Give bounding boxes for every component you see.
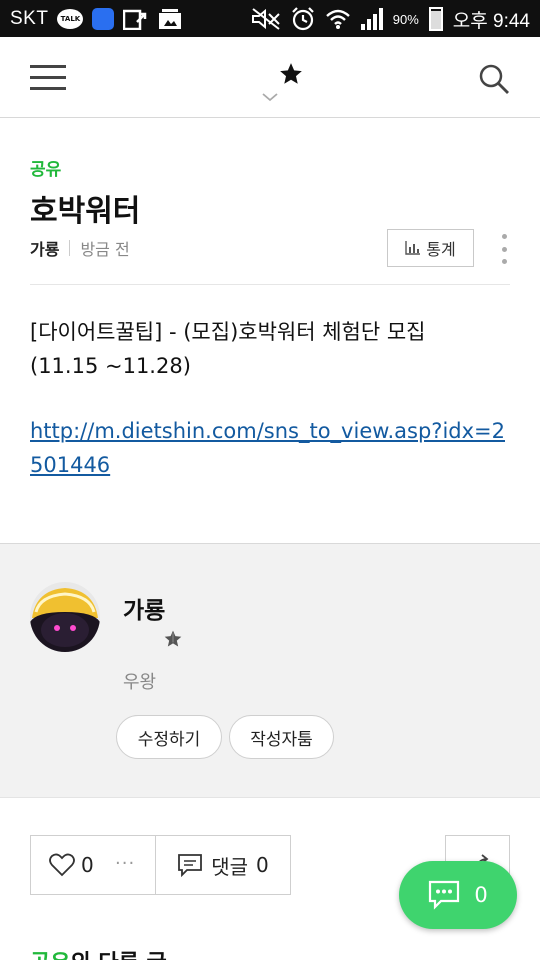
upload-icon (123, 9, 147, 30)
like-box: 0 ··· (30, 835, 156, 895)
post-time: 방금 전 (80, 240, 130, 259)
floating-comment-count: 0 (474, 883, 488, 907)
stats-button[interactable]: 통계 (387, 229, 474, 267)
post-author[interactable]: 가룡 (30, 236, 59, 260)
more-posts-suffix: 의 다른 글 (70, 951, 166, 960)
post-meta: 가룡 방금 전 (30, 236, 130, 260)
status-bar-right: 90% 오후 9:44 (251, 6, 530, 32)
heart-icon (49, 853, 75, 877)
kakaotalk-icon: TALK (57, 9, 84, 29)
post-title: 호박워터 (30, 194, 141, 229)
meta-divider (69, 240, 71, 256)
status-bar: SKT TALK 90% 오후 9:44 (0, 0, 540, 37)
bar-chart-icon (405, 241, 421, 255)
wifi-icon (325, 9, 350, 29)
post-body-line: [다이어트꿀팁] - (모집)호박워터 체험단 모집 (30, 320, 426, 344)
signal-icon (360, 8, 383, 30)
comment-count: 0 (256, 853, 269, 877)
mute-icon (251, 8, 280, 30)
author-card: 가룡 우왕 수정하기 작성자툼 (0, 543, 540, 798)
card-author-name[interactable]: 가룡 (123, 591, 165, 625)
post-body-line: (11.15 ~11.28) (30, 354, 191, 378)
like-more-button[interactable]: ··· (115, 853, 135, 874)
comment-icon (178, 854, 203, 877)
alarm-icon (291, 7, 314, 31)
stats-label: 통계 (426, 240, 456, 259)
post-category[interactable]: 공유 (30, 155, 61, 180)
star-icon[interactable] (278, 61, 304, 87)
comment-button[interactable]: 댓글 0 (155, 835, 291, 895)
comment-label: 댓글 (211, 854, 249, 879)
card-description: 우왕 (123, 672, 157, 693)
clock: 오후 9:44 (452, 10, 530, 32)
app-icon (92, 8, 115, 30)
carrier-label: SKT (10, 8, 49, 29)
avatar[interactable] (30, 582, 100, 652)
hamburger-icon[interactable] (30, 65, 66, 91)
like-button[interactable]: 0 (49, 853, 94, 877)
battery-icon (428, 7, 443, 31)
more-options-icon[interactable] (498, 234, 510, 264)
star-icon (164, 630, 182, 647)
post-link[interactable]: http://m.dietshin.com/sns_to_view.asp?id… (30, 414, 510, 482)
more-posts-heading: 공유의 다른 글 (30, 945, 167, 960)
chevron-down-icon[interactable] (261, 91, 279, 103)
divider (30, 284, 510, 285)
battery-percent: 90% (392, 11, 419, 27)
gallery-icon (159, 9, 182, 29)
post-body: [다이어트꿀팁] - (모집)호박워터 체험단 모집 (11.15 ~11.28… (30, 315, 510, 383)
status-bar-left: SKT TALK (10, 6, 182, 32)
author-posts-button[interactable]: 작성자툼 (229, 715, 334, 759)
edit-button[interactable]: 수정하기 (116, 715, 222, 759)
like-count: 0 (81, 853, 94, 877)
more-posts-category[interactable]: 공유 (30, 951, 70, 960)
floating-comment-button[interactable]: 0 (399, 861, 517, 929)
search-icon[interactable] (478, 63, 510, 95)
app-header (0, 37, 540, 118)
comment-icon (429, 880, 460, 910)
